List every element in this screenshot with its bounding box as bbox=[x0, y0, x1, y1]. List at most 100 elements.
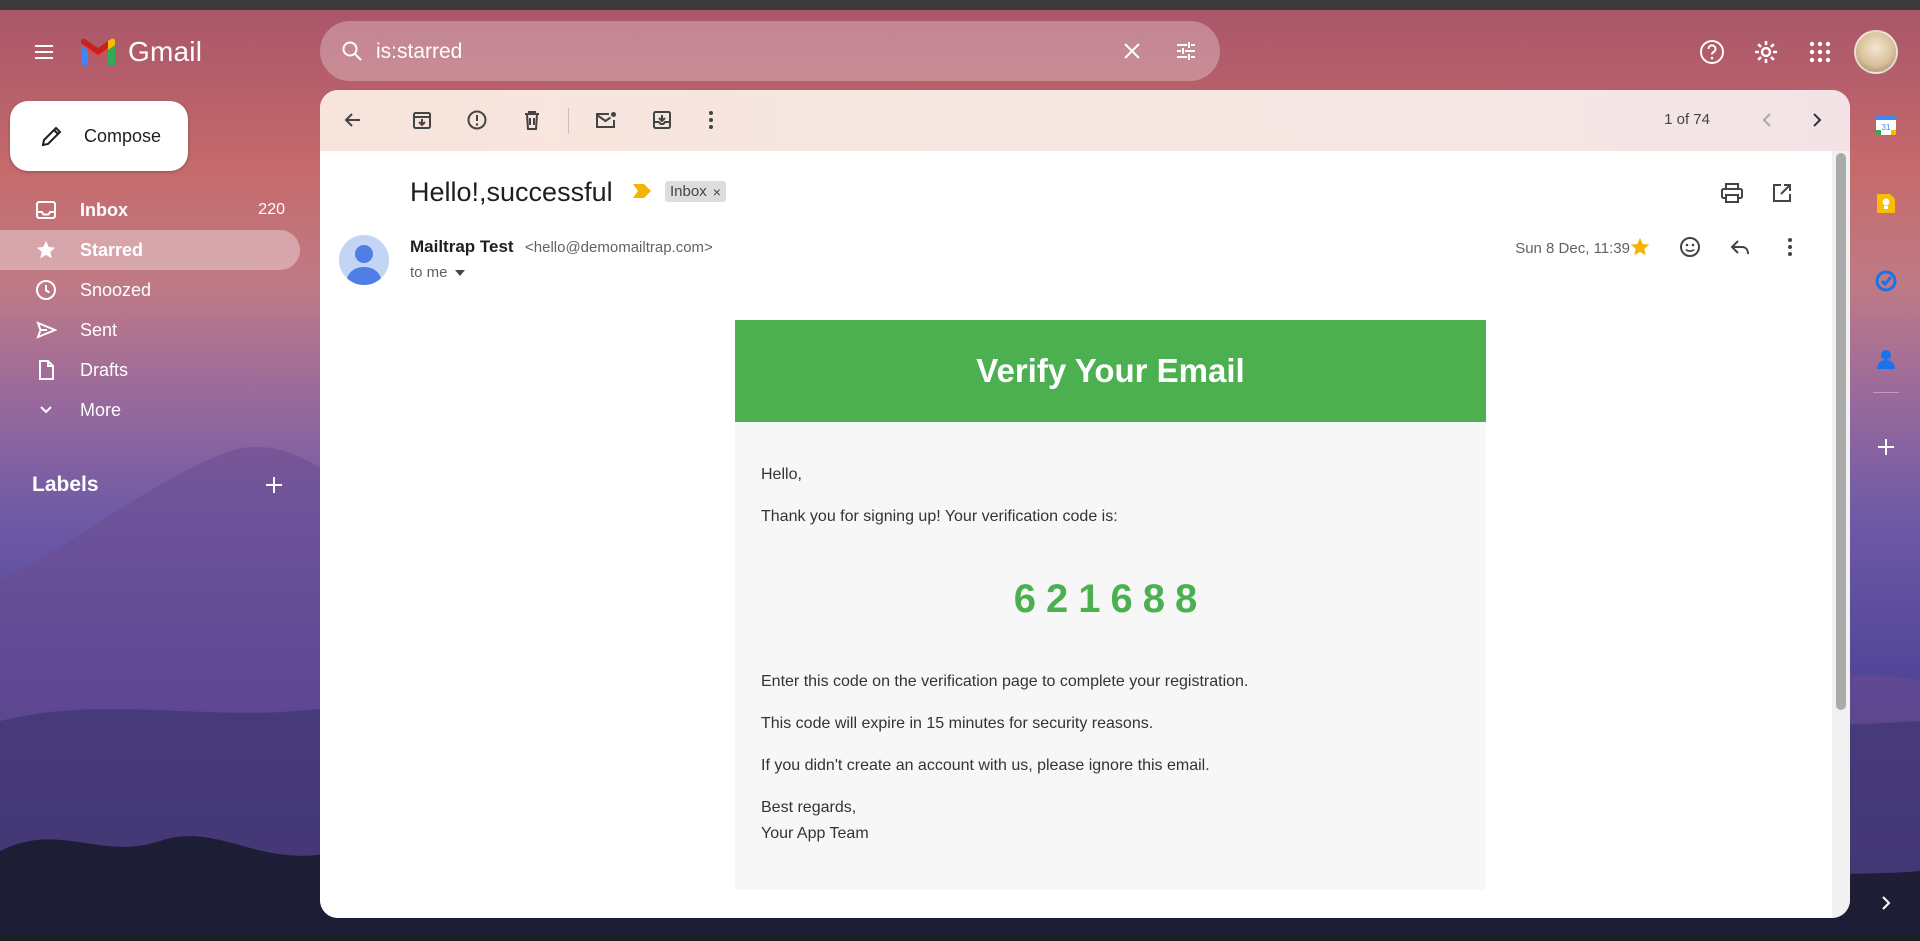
archive-icon bbox=[413, 112, 431, 129]
arrow-back-icon bbox=[344, 113, 360, 127]
more-actions-button[interactable] bbox=[691, 100, 731, 140]
message-more-button[interactable] bbox=[1770, 227, 1810, 267]
search-options-button[interactable] bbox=[1170, 35, 1202, 67]
inbox-label-chip: Inbox × bbox=[665, 181, 726, 202]
open-in-new-icon bbox=[1773, 184, 1791, 202]
sender-avatar bbox=[339, 235, 389, 285]
trash-icon bbox=[525, 111, 539, 130]
sidebar-item-starred[interactable]: Starred bbox=[0, 230, 300, 270]
email-greeting: Hello, bbox=[761, 466, 802, 483]
mark-unread-button[interactable] bbox=[586, 100, 626, 140]
browser-top-strip bbox=[0, 0, 1920, 10]
sidebar-item-snoozed[interactable]: Snoozed bbox=[0, 270, 300, 310]
tasks-icon bbox=[1875, 270, 1897, 292]
settings-button[interactable] bbox=[1746, 32, 1786, 72]
sidebar-item-more[interactable]: More bbox=[0, 390, 300, 430]
newer-button[interactable] bbox=[1747, 100, 1787, 140]
sender-email: <hello@demomailtrap.com> bbox=[525, 239, 713, 256]
report-spam-button[interactable] bbox=[457, 100, 497, 140]
email-body-card: Verify Your Email Hello, Thank you for s… bbox=[735, 320, 1486, 890]
message-scrollbar[interactable] bbox=[1832, 151, 1850, 918]
remove-label-button[interactable]: × bbox=[713, 184, 721, 200]
sidebar-item-label: Starred bbox=[80, 239, 144, 260]
sidebar-nav: Inbox 220 Starred Snoozed Sent Drafts Mo… bbox=[0, 190, 300, 430]
tasks-app-button[interactable] bbox=[1865, 260, 1907, 302]
reply-button[interactable] bbox=[1720, 227, 1760, 267]
gear-icon bbox=[1755, 41, 1777, 63]
sidebar-item-label: Inbox bbox=[80, 199, 128, 220]
show-side-panel-button[interactable] bbox=[1866, 883, 1906, 923]
print-button[interactable] bbox=[1712, 173, 1752, 213]
calendar-app-button[interactable]: 31 bbox=[1865, 104, 1907, 146]
chevron-down-icon bbox=[26, 390, 66, 430]
email-signature: Your App Team bbox=[761, 825, 869, 842]
pencil-icon bbox=[24, 101, 80, 171]
clock-icon bbox=[26, 270, 66, 310]
star-button[interactable] bbox=[1620, 227, 1660, 267]
email-signoff: Best regards, bbox=[761, 799, 857, 816]
draft-icon bbox=[26, 350, 66, 390]
main-menu-button[interactable] bbox=[24, 32, 64, 72]
more-vert-icon bbox=[1788, 238, 1792, 256]
move-to-button[interactable] bbox=[642, 100, 682, 140]
scrollbar-thumb[interactable] bbox=[1836, 153, 1846, 710]
plus-icon bbox=[1878, 439, 1894, 455]
calendar-icon: 31 bbox=[1876, 115, 1896, 135]
header-actions bbox=[1692, 30, 1898, 74]
browser-bottom-strip bbox=[0, 935, 1920, 941]
search-icon[interactable] bbox=[336, 35, 368, 67]
contacts-app-button[interactable] bbox=[1865, 338, 1907, 380]
unread-count: 220 bbox=[258, 201, 285, 218]
search-input[interactable] bbox=[374, 33, 1078, 71]
verification-code: 621688 bbox=[1013, 577, 1208, 621]
account-avatar[interactable] bbox=[1854, 30, 1898, 74]
toolbar-divider bbox=[568, 108, 569, 134]
emoji-icon bbox=[1680, 237, 1700, 257]
sidebar-item-inbox[interactable]: Inbox 220 bbox=[0, 190, 300, 230]
recipient-details[interactable]: to me bbox=[410, 264, 466, 281]
chevron-right-icon bbox=[1882, 896, 1891, 910]
print-icon bbox=[1721, 183, 1743, 203]
keep-app-button[interactable] bbox=[1865, 182, 1907, 224]
recipient-text: to me bbox=[410, 264, 448, 281]
mark-unread-icon bbox=[596, 112, 616, 128]
message-panel: 1 of 74 Hello!,successful Inbox × Mailtr… bbox=[320, 90, 1850, 918]
sidebar-item-drafts[interactable]: Drafts bbox=[0, 350, 300, 390]
delete-button[interactable] bbox=[512, 100, 552, 140]
close-icon bbox=[1124, 43, 1140, 59]
back-button[interactable] bbox=[333, 100, 373, 140]
email-body: Hello, Thank you for signing up! Your ve… bbox=[735, 422, 1486, 890]
apps-button[interactable] bbox=[1800, 32, 1840, 72]
compose-label: Compose bbox=[84, 125, 162, 146]
menu-icon bbox=[35, 45, 53, 59]
older-button[interactable] bbox=[1797, 100, 1837, 140]
create-label-button[interactable] bbox=[256, 467, 292, 503]
side-panel-apps: 31 bbox=[1865, 104, 1907, 416]
open-new-window-button[interactable] bbox=[1762, 173, 1802, 213]
clear-search-button[interactable] bbox=[1116, 35, 1148, 67]
search-bar bbox=[320, 21, 1220, 81]
sidebar-item-label: More bbox=[80, 399, 122, 420]
apps-grid-icon bbox=[1809, 41, 1831, 63]
important-marker-icon[interactable] bbox=[632, 183, 652, 199]
archive-button[interactable] bbox=[402, 100, 442, 140]
get-addons-button[interactable] bbox=[1866, 427, 1906, 467]
help-button[interactable] bbox=[1692, 32, 1732, 72]
pager-text: 1 of 74 bbox=[1664, 111, 1710, 128]
message-date: Sun 8 Dec, 11:39 bbox=[1515, 240, 1630, 257]
labels-title: Labels bbox=[32, 473, 99, 496]
add-reaction-button[interactable] bbox=[1670, 227, 1710, 267]
plus-icon bbox=[266, 477, 282, 493]
sidebar-item-label: Sent bbox=[80, 319, 118, 340]
side-panel-divider bbox=[1873, 392, 1899, 393]
chevron-right-icon bbox=[1813, 113, 1822, 127]
gmail-logo[interactable]: Gmail bbox=[78, 36, 202, 68]
contacts-icon bbox=[1877, 350, 1895, 369]
compose-button[interactable]: Compose bbox=[10, 101, 188, 171]
message-content: Hello!,successful Inbox × Mailtrap Test … bbox=[320, 151, 1832, 918]
message-actions bbox=[1620, 227, 1810, 267]
sender-name[interactable]: Mailtrap Test bbox=[410, 237, 514, 257]
chevron-left-icon bbox=[1762, 113, 1771, 127]
sidebar-item-sent[interactable]: Sent bbox=[0, 310, 300, 350]
email-line-2: This code will expire in 15 minutes for … bbox=[761, 715, 1154, 732]
